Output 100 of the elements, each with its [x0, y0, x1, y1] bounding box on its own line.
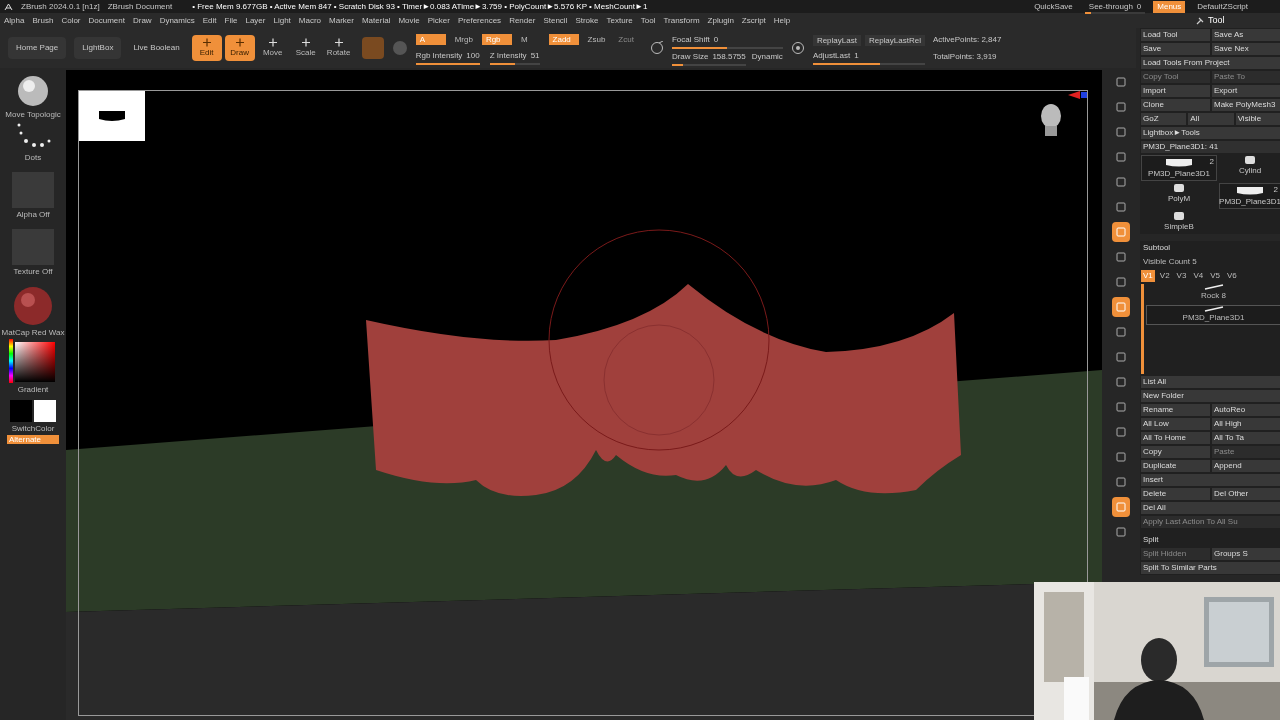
visibility-set-tab[interactable]: V3: [1174, 270, 1189, 282]
menu-item[interactable]: Render: [509, 14, 536, 27]
menu-item[interactable]: Zplugin: [707, 14, 734, 27]
palette-button[interactable]: All To Ta: [1212, 432, 1280, 444]
subtool-item[interactable]: PM3D_Plane3D1: [1146, 305, 1280, 325]
draw-size-fill[interactable]: [671, 63, 683, 66]
palette-button[interactable]: Export: [1212, 85, 1280, 97]
palette-button[interactable]: Append: [1212, 460, 1280, 472]
menu-item[interactable]: Tool: [640, 14, 656, 27]
cross-icon: [234, 37, 245, 47]
mode-button[interactable]: Draw: [224, 35, 255, 61]
palette-button[interactable]: Load Tool: [1141, 29, 1210, 41]
palette-button[interactable]: Import: [1141, 85, 1210, 97]
mode-button[interactable]: Rotate: [323, 35, 354, 61]
mode-button[interactable]: Move: [257, 35, 288, 61]
replay-button[interactable]: ReplayLastRel: [864, 34, 925, 46]
palette-button[interactable]: Rename: [1141, 404, 1210, 416]
menu-item[interactable]: Light: [273, 14, 291, 27]
palette-button[interactable]: Del Other: [1212, 488, 1280, 500]
nav-button[interactable]: Live Boolean: [129, 37, 184, 59]
depth-toggle[interactable]: Zsub: [583, 34, 610, 45]
view-control-button[interactable]: [1112, 297, 1130, 317]
mode-button[interactable]: Scale: [290, 35, 321, 61]
menu-item[interactable]: Zscript: [741, 14, 766, 27]
palette-button[interactable]: All: [1188, 113, 1234, 125]
subtool-scrollbar[interactable]: [1141, 284, 1144, 374]
palette-button[interactable]: Load Tools From Project: [1141, 57, 1280, 69]
replay-button[interactable]: ReplayLast: [812, 34, 861, 46]
see-through-fill[interactable]: [1084, 11, 1091, 14]
quicksave-button[interactable]: QuickSave: [1030, 0, 1077, 13]
view-control-button[interactable]: [1112, 497, 1130, 517]
mesh-preview: [1242, 155, 1258, 165]
palette-button[interactable]: Visible: [1235, 113, 1280, 125]
mode-button[interactable]: Edit: [191, 35, 222, 61]
palette-button[interactable]: All To Home: [1141, 432, 1210, 444]
palette-button[interactable]: List All: [1141, 376, 1280, 388]
palette-button[interactable]: Save: [1141, 43, 1210, 55]
material-swatch[interactable]: [361, 37, 384, 59]
palette-button[interactable]: Make PolyMesh3: [1212, 99, 1280, 111]
menu-item[interactable]: Transform: [663, 14, 700, 27]
palette-button[interactable]: Duplicate: [1141, 460, 1210, 472]
menu-item[interactable]: Texture: [606, 14, 633, 27]
nav-button[interactable]: LightBox: [74, 37, 122, 59]
z-intensity-label: Z Intensity: [489, 50, 527, 62]
menu-item[interactable]: Marker: [329, 14, 354, 27]
menu-item[interactable]: Brush: [32, 14, 54, 27]
menu-item[interactable]: Stencil: [543, 14, 568, 27]
visibility-set-tab[interactable]: V2: [1157, 270, 1172, 282]
palette-button[interactable]: All High: [1212, 418, 1280, 430]
view-control-button[interactable]: [1112, 222, 1130, 242]
menu-item[interactable]: Document: [88, 14, 125, 27]
menu-item[interactable]: Stroke: [575, 14, 599, 27]
menu-item[interactable]: Draw: [132, 14, 152, 27]
palette-button[interactable]: Del All: [1141, 502, 1280, 514]
palette-button[interactable]: Save Nex: [1212, 43, 1280, 55]
tool-thumbnail[interactable]: 2 PM3D_Plane3D1: [1141, 155, 1217, 181]
channel-toggle[interactable]: Mrgb: [450, 34, 477, 45]
script-button[interactable]: DefaultZScript: [1193, 0, 1252, 13]
color-picker[interactable]: [9, 339, 57, 383]
menu-item[interactable]: Help: [773, 14, 791, 27]
tool-thumbnail[interactable]: SimpleB: [1141, 211, 1217, 233]
menu-item[interactable]: Color: [61, 14, 81, 27]
palette-button[interactable]: All Low: [1141, 418, 1210, 430]
visibility-set-tab[interactable]: V5: [1208, 270, 1222, 282]
palette-button[interactable]: New Folder: [1141, 390, 1280, 402]
visibility-set-tab[interactable]: V6: [1225, 270, 1239, 282]
menu-item[interactable]: Layer: [245, 14, 266, 27]
menu-item[interactable]: Edit: [202, 14, 217, 27]
adjust-last-value: 1: [854, 49, 859, 62]
subtool-item[interactable]: Rock 8: [1146, 284, 1280, 302]
palette-button[interactable]: Clone: [1141, 99, 1210, 111]
menu-item[interactable]: Dynamics: [159, 14, 195, 27]
palette-button[interactable]: Lightbox►Tools: [1141, 127, 1280, 139]
palette-button[interactable]: Insert: [1141, 474, 1280, 486]
secondary-color-swatch[interactable]: [34, 400, 56, 422]
channel-toggle[interactable]: M: [516, 34, 532, 45]
palette-button[interactable]: Save As: [1212, 29, 1280, 41]
menu-item[interactable]: Movie: [398, 14, 420, 27]
shelf-label: Texture Off: [13, 267, 53, 276]
menu-item[interactable]: Alpha: [4, 14, 25, 27]
nav-button[interactable]: Home Page: [8, 37, 67, 59]
tool-thumbnail[interactable]: 2 PM3D_Plane3D1: [1219, 183, 1280, 209]
palette-button[interactable]: Split To Similar Parts: [1141, 562, 1280, 574]
dynamic-button[interactable]: Dynamic: [751, 50, 783, 63]
palette-button[interactable]: Groups S: [1212, 548, 1280, 560]
palette-button[interactable]: Copy: [1141, 446, 1210, 458]
focal-shift-fill[interactable]: [671, 46, 728, 49]
menu-item[interactable]: File: [224, 14, 238, 27]
palette-button[interactable]: GoZ: [1141, 113, 1187, 125]
tool-thumbnail[interactable]: PolyM: [1141, 183, 1217, 209]
menu-item[interactable]: Picker: [427, 14, 450, 27]
primary-color-swatch[interactable]: [10, 400, 32, 422]
menu-item[interactable]: Material: [361, 14, 391, 27]
visibility-set-tab[interactable]: V4: [1191, 270, 1206, 282]
palette-button[interactable]: AutoReo: [1212, 404, 1280, 416]
menu-item[interactable]: Preferences: [458, 14, 502, 27]
menu-item[interactable]: Macro: [298, 14, 322, 27]
palette-button[interactable]: Delete: [1141, 488, 1210, 500]
adjust-last-fill[interactable]: [812, 62, 881, 65]
tool-thumbnail[interactable]: Cylind: [1219, 155, 1280, 181]
